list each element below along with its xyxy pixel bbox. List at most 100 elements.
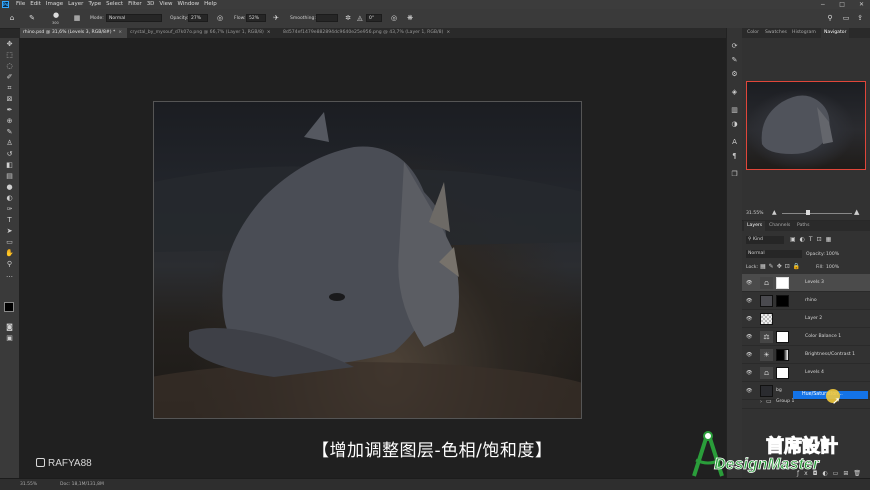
visibility-eye-icon[interactable]: 👁 (746, 370, 752, 376)
search-icon[interactable]: ⚲ (826, 14, 834, 22)
menu-edit[interactable]: Edit (30, 1, 41, 7)
shape-tool-icon[interactable]: ▭ (5, 238, 14, 247)
visibility-eye-icon[interactable]: 👁 (746, 316, 752, 322)
zoom-in-icon[interactable]: ▲ (854, 208, 859, 216)
layer-row-levels-3[interactable]: 👁 ⩍ Levels 3 (742, 274, 870, 292)
symmetry-icon[interactable]: ❋ (406, 14, 414, 22)
history-brush-tool-icon[interactable]: ↺ (5, 150, 14, 159)
layer-opacity-value[interactable]: 100% (826, 252, 839, 257)
pen-tool-icon[interactable]: ✑ (5, 205, 14, 214)
menu-image[interactable]: Image (46, 1, 63, 7)
menu-help[interactable]: Help (204, 1, 217, 7)
layer-row-color-balance-1[interactable]: 👁 ⚖ Color Balance 1 (742, 328, 870, 346)
maximize-button[interactable]: □ (839, 1, 845, 8)
history-icon[interactable]: ⟳ (730, 42, 739, 51)
minimize-button[interactable]: − (820, 1, 825, 8)
crop-tool-icon[interactable]: ⌗ (5, 84, 14, 93)
angle-field[interactable]: 0° (366, 14, 382, 22)
lasso-tool-icon[interactable]: ◌ (5, 62, 14, 71)
stamp-tool-icon[interactable]: ♙ (5, 139, 14, 148)
zoom-slider[interactable] (782, 213, 852, 214)
layer-filter-icons[interactable]: ▣◐T⊡▦ (790, 236, 835, 243)
menu-type[interactable]: Type (88, 1, 101, 7)
chevron-right-icon[interactable]: › (760, 399, 762, 405)
document-canvas-rhino-image[interactable] (153, 101, 582, 419)
menu-select[interactable]: Select (106, 1, 123, 7)
menu-layer[interactable]: Layer (68, 1, 83, 7)
tab-crystal[interactable]: crystal_by_mysouf_d7k07o.png @ 66,7% (La… (127, 28, 280, 38)
screen-mode-icon[interactable]: ▣ (5, 334, 14, 343)
properties-icon[interactable]: ⚙ (730, 70, 739, 79)
workspace-icon[interactable]: ▭ (842, 14, 850, 22)
tab-image-3[interactable]: 8d574ef1479e882894dc9640e25e956.png @ 43… (280, 28, 461, 38)
flow-field[interactable]: 52% (246, 14, 266, 22)
close-tab-icon[interactable]: × (267, 30, 271, 35)
tab-navigator[interactable]: Navigator (821, 28, 850, 38)
visibility-eye-icon[interactable]: 👁 (746, 352, 752, 358)
smoothing-gear-icon[interactable]: ✲ (344, 14, 352, 22)
brush-preset-icon[interactable]: ● (52, 11, 60, 19)
blend-mode-select[interactable]: Normal (746, 250, 802, 258)
dodge-tool-icon[interactable]: ◐ (5, 194, 14, 203)
move-tool-icon[interactable]: ✥ (5, 40, 14, 49)
navigator-thumbnail[interactable] (746, 81, 866, 170)
tab-swatches[interactable]: Swatches (762, 28, 790, 38)
menu-3d[interactable]: 3D (147, 1, 155, 7)
pressure-size-icon[interactable]: ◎ (390, 14, 398, 22)
healing-tool-icon[interactable]: ⊕ (5, 117, 14, 126)
menu-filter[interactable]: Filter (128, 1, 142, 7)
brush-tool-icon[interactable]: ✎ (5, 128, 14, 137)
eyedropper-tool-icon[interactable]: ✒ (5, 106, 14, 115)
layer-filter-kind-select[interactable]: ⚲ Kind (746, 236, 784, 244)
layer-mask-thumbnail[interactable] (776, 277, 789, 289)
layer-mask-thumbnail[interactable] (776, 367, 789, 379)
layer-comps-icon[interactable]: ❐ (730, 170, 739, 179)
quick-select-tool-icon[interactable]: ✐ (5, 73, 14, 82)
zoom-slider-handle[interactable] (806, 210, 810, 215)
tab-paths[interactable]: Paths (794, 221, 813, 231)
frame-tool-icon[interactable]: ⊠ (5, 95, 14, 104)
character-icon[interactable]: A (730, 138, 739, 147)
navigator-zoom-value[interactable]: 31.55% (746, 211, 764, 216)
brush-tool-icon[interactable]: ✎ (28, 14, 36, 22)
menu-window[interactable]: Window (177, 1, 199, 7)
tab-channels[interactable]: Channels (766, 221, 793, 231)
layer-row-rhino[interactable]: 👁 rhino (742, 292, 870, 310)
menu-view[interactable]: View (159, 1, 172, 7)
smoothing-field[interactable] (316, 14, 338, 22)
layer-row-levels-4[interactable]: 👁 ⩍ Levels 4 (742, 364, 870, 382)
path-select-tool-icon[interactable]: ➤ (5, 227, 14, 236)
libraries-icon[interactable]: ▥ (730, 106, 739, 115)
more-tools-icon[interactable]: … (5, 271, 14, 280)
tab-histogram[interactable]: Histogram (789, 28, 819, 38)
type-tool-icon[interactable]: T (5, 216, 14, 225)
brush-settings-icon[interactable]: ▦ (73, 14, 81, 22)
share-icon[interactable]: ⇪ (856, 14, 864, 22)
layer-mask-thumbnail[interactable] (776, 349, 789, 361)
menu-file[interactable]: File (16, 1, 25, 7)
visibility-eye-icon[interactable]: 👁 (746, 334, 752, 340)
paragraph-icon[interactable]: ¶ (730, 152, 739, 161)
pressure-opacity-icon[interactable]: ◎ (216, 14, 224, 22)
tab-rhino[interactable]: rhino.psd @ 31,6% (Levels 3, RGB/8#) * × (20, 28, 127, 38)
foreground-color-swatch[interactable] (4, 302, 14, 312)
tab-layers[interactable]: Layers (744, 221, 766, 231)
lock-icons[interactable]: ▦✎✥⊡🔒 (760, 263, 803, 270)
layer-row-brightness-contrast-1[interactable]: 👁 ☀ Brightness/Contrast 1 (742, 346, 870, 364)
airbrush-icon[interactable]: ✈ (272, 14, 280, 22)
visibility-eye-icon[interactable]: 👁 (746, 280, 752, 286)
visibility-eye-icon[interactable]: 👁 (746, 388, 752, 394)
adjustments-icon[interactable]: ◑ (730, 120, 739, 129)
mode-select[interactable]: Normal (106, 14, 162, 22)
blur-tool-icon[interactable]: ● (5, 183, 14, 192)
layer-row-layer-2[interactable]: 👁 Layer 2 (742, 310, 870, 328)
angle-icon[interactable]: ◬ (356, 14, 364, 22)
close-tab-icon[interactable]: × (118, 30, 122, 35)
brush-settings-icon[interactable]: ✎ (730, 56, 739, 65)
fill-value[interactable]: 100% (826, 265, 839, 270)
marquee-tool-icon[interactable]: ⬚ (5, 51, 14, 60)
3d-icon[interactable]: ◈ (730, 88, 739, 97)
close-tab-icon[interactable]: × (446, 30, 450, 35)
tab-color[interactable]: Color (744, 28, 762, 38)
zoom-tool-icon[interactable]: ⚲ (5, 260, 14, 269)
